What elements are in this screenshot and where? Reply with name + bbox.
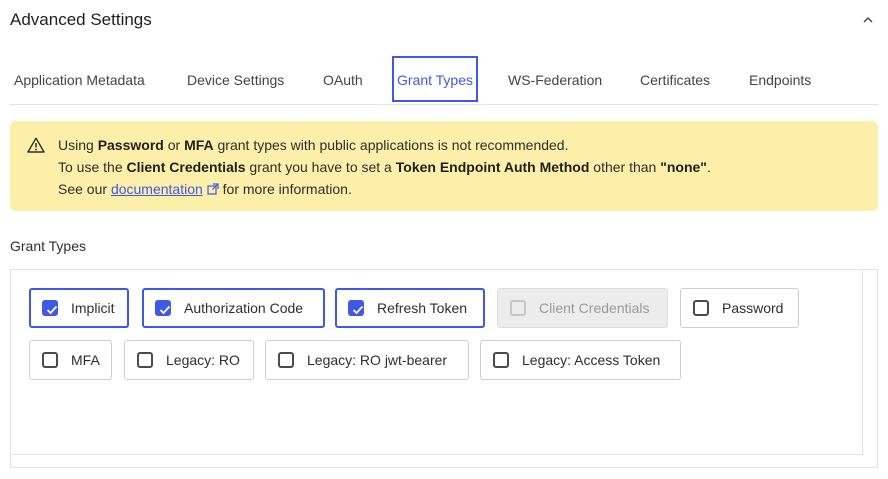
grant-option-refresh-token[interactable]: Refresh Token [335, 288, 485, 328]
alert-text: Using [58, 137, 98, 153]
alert-bold-none: "none" [660, 159, 707, 175]
tab-endpoints[interactable]: Endpoints [745, 56, 815, 102]
tab-grant-types[interactable]: Grant Types [392, 56, 479, 102]
grant-option-label: Password [722, 300, 784, 316]
tab-certificates[interactable]: Certificates [636, 56, 714, 102]
alert-text: To use the [58, 159, 127, 175]
checkbox-checked-icon[interactable] [348, 300, 364, 316]
grant-option-label: Implicit [71, 300, 115, 316]
chevron-up-icon[interactable] [862, 14, 874, 26]
checkbox-checked-icon[interactable] [155, 300, 171, 316]
alert-bold-password: Password [97, 137, 164, 153]
grant-option-implicit[interactable]: Implicit [29, 288, 129, 328]
checkbox-checked-icon[interactable] [42, 300, 58, 316]
grant-option-client-credentials: Client Credentials [497, 288, 668, 328]
alert-text: grant you have to set a [245, 159, 396, 175]
grant-option-label: Legacy: RO [166, 352, 240, 368]
checkbox-icon[interactable] [137, 352, 153, 368]
tab-oauth[interactable]: OAuth [319, 56, 367, 102]
grant-option-label: Refresh Token [377, 300, 468, 316]
panel-divider [862, 270, 863, 455]
grant-option-authorization-code[interactable]: Authorization Code [142, 288, 325, 328]
grant-option-legacy-ro[interactable]: Legacy: RO [124, 340, 254, 380]
alert-bold-token-endpoint: Token Endpoint Auth Method [395, 159, 590, 175]
alert-line-1: Using Password or MFA grant types with p… [58, 137, 568, 153]
documentation-link[interactable]: documentation [111, 181, 203, 197]
alert-bold-mfa: MFA [184, 137, 214, 153]
grant-option-label: MFA [71, 352, 100, 368]
grant-option-label: Client Credentials [539, 300, 650, 316]
tab-application-metadata[interactable]: Application Metadata [10, 56, 149, 102]
alert-line-2: To use the Client Credentials grant you … [58, 159, 711, 175]
alert-text: or [163, 137, 185, 153]
alert-text: See our [58, 181, 111, 197]
checkbox-icon[interactable] [693, 300, 709, 316]
alert-text: grant types with public applications is … [213, 137, 569, 153]
grant-option-label: Legacy: Access Token [522, 352, 661, 368]
checkbox-icon[interactable] [278, 352, 294, 368]
alert-text: for more information. [218, 181, 352, 197]
grant-option-legacy-access-token[interactable]: Legacy: Access Token [480, 340, 681, 380]
alert-bold-client-credentials: Client Credentials [126, 159, 246, 175]
alert-line-3: See our documentation for more informati… [58, 181, 352, 197]
grant-option-label: Legacy: RO jwt-bearer [307, 352, 448, 368]
grant-option-label: Authorization Code [184, 300, 304, 316]
grant-option-legacy-ro-jwt-bearer[interactable]: Legacy: RO jwt-bearer [265, 340, 469, 380]
settings-tabs: Application Metadata Device Settings OAu… [10, 56, 878, 105]
grant-types-label: Grant Types [10, 238, 87, 254]
grant-option-password[interactable]: Password [680, 288, 799, 328]
tab-device-settings[interactable]: Device Settings [183, 56, 288, 102]
section-title: Advanced Settings [10, 10, 152, 29]
warning-icon [27, 137, 45, 153]
alert-text: . [706, 159, 711, 175]
alert-text: other than [589, 159, 661, 175]
tab-ws-federation[interactable]: WS-Federation [504, 56, 606, 102]
external-link-icon[interactable] [207, 183, 219, 195]
checkbox-icon[interactable] [493, 352, 509, 368]
advanced-settings-header[interactable]: Advanced Settings [10, 0, 878, 42]
checkbox-icon[interactable] [42, 352, 58, 368]
grant-option-mfa[interactable]: MFA [29, 340, 112, 380]
warning-alert: Using Password or MFA grant types with p… [10, 121, 878, 211]
panel-divider [11, 454, 863, 455]
checkbox-disabled-icon [510, 300, 526, 316]
